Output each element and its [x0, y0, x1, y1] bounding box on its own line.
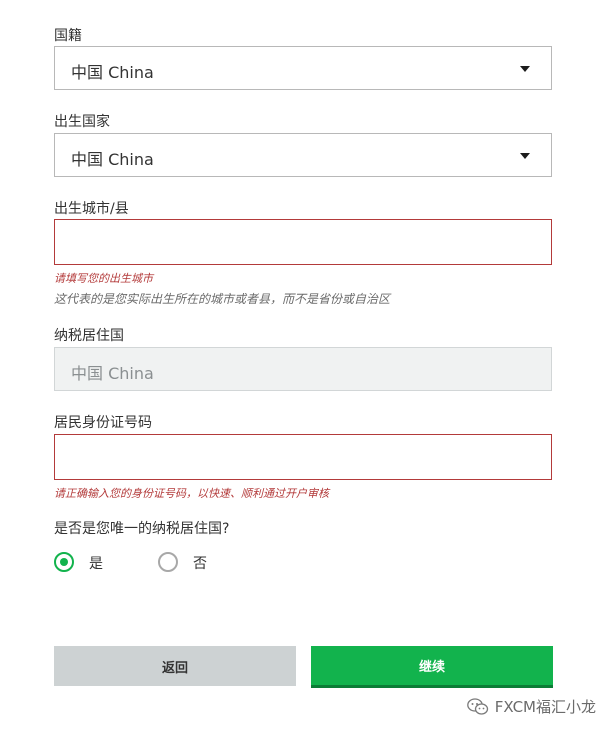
continue-button[interactable]: 继续	[311, 646, 553, 688]
tax-residence-value: 中国 China	[71, 364, 154, 383]
id-number-field[interactable]	[54, 434, 552, 480]
tax-residence-label: 纳税居住国	[54, 328, 124, 344]
birth-country-select[interactable]: 中国 China	[54, 133, 552, 177]
back-button[interactable]: 返回	[54, 646, 296, 686]
id-number-error: 请正确输入您的身份证号码，以快速、顺利通过开户审核	[54, 487, 329, 500]
radio-no[interactable]	[158, 552, 178, 572]
radio-yes-label[interactable]: 是	[89, 553, 103, 573]
birth-city-field[interactable]	[54, 219, 552, 265]
birth-country-value: 中国 China	[71, 150, 154, 169]
id-number-label: 居民身份证号码	[54, 415, 152, 431]
birth-city-input[interactable]	[55, 220, 551, 264]
birth-city-label: 出生城市/县	[54, 201, 129, 217]
only-tax-residence-question: 是否是您唯一的纳税居住国?	[54, 521, 230, 537]
tax-residence-field: 中国 China	[54, 347, 552, 391]
wechat-icon	[466, 697, 488, 715]
radio-yes[interactable]	[54, 552, 74, 572]
birth-country-label: 出生国家	[54, 114, 110, 130]
nationality-value: 中国 China	[71, 63, 154, 82]
nationality-label: 国籍	[54, 28, 82, 44]
chevron-down-icon	[520, 153, 530, 159]
chevron-down-icon	[520, 66, 530, 72]
birth-city-error: 请填写您的出生城市	[54, 272, 153, 285]
birth-city-help: 这代表的是您实际出生所在的城市或者县，而不是省份或自治区	[54, 292, 391, 306]
radio-no-label[interactable]: 否	[193, 553, 207, 573]
nationality-select[interactable]: 中国 China	[54, 46, 552, 90]
watermark: FXCM福汇小龙	[466, 696, 596, 717]
watermark-text: FXCM福汇小龙	[494, 698, 596, 716]
id-number-input[interactable]	[55, 435, 551, 479]
